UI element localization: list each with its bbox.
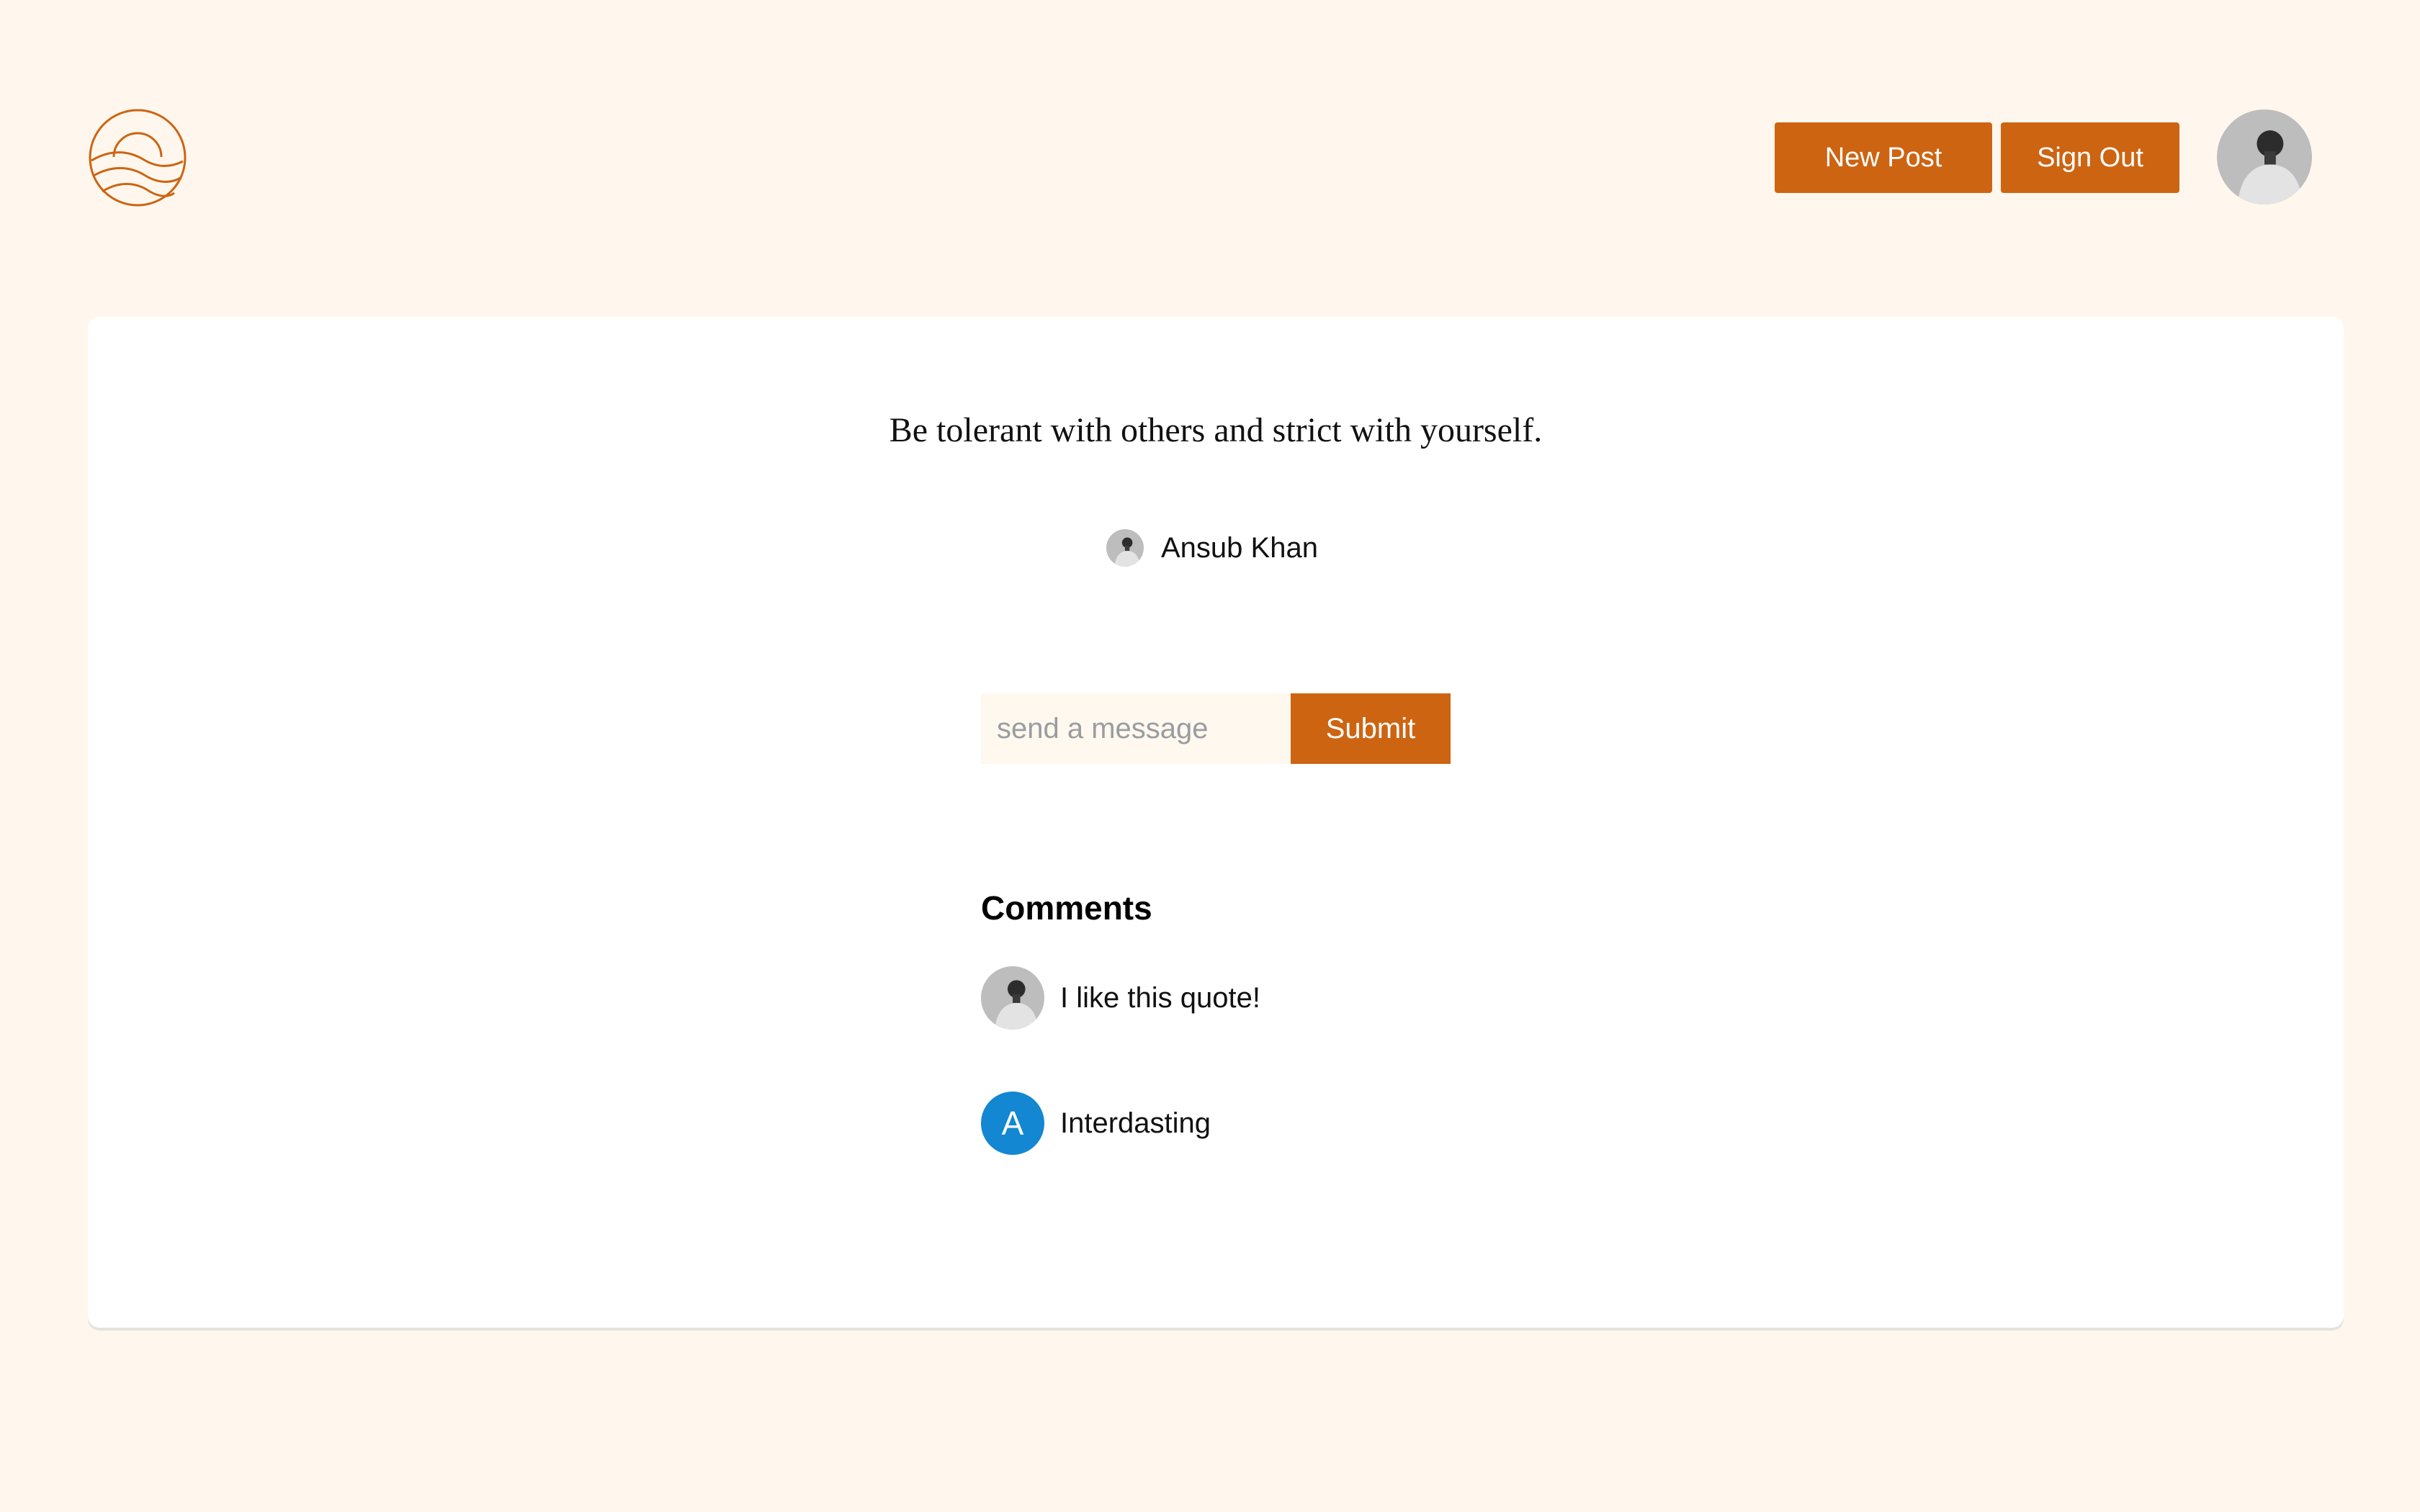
sun-waves-logo-icon[interactable] [88,108,187,207]
commenter-avatar [981,966,1044,1030]
comment-text: Interdasting [1060,1107,1211,1139]
author-name: Ansub Khan [1161,531,1318,564]
sign-out-button[interactable]: Sign Out [2001,122,2179,193]
post-card [88,317,2344,1328]
post-author: Ansub Khan [1106,528,1318,567]
comment-text: I like this quote! [1060,981,1260,1014]
new-post-button[interactable]: New Post [1775,122,1992,193]
commenter-letter-avatar: A [981,1092,1044,1155]
profile-avatar[interactable] [2217,109,2312,204]
submit-button[interactable]: Submit [1291,693,1451,764]
comment-item: A Interdasting [981,1092,1211,1155]
message-input[interactable] [981,693,1291,764]
comments-heading: Comments [981,889,1152,927]
comment-item: I like this quote! [981,966,1260,1030]
author-avatar [1106,529,1144,567]
post-quote: Be tolerant with others and strict with … [889,411,1543,449]
